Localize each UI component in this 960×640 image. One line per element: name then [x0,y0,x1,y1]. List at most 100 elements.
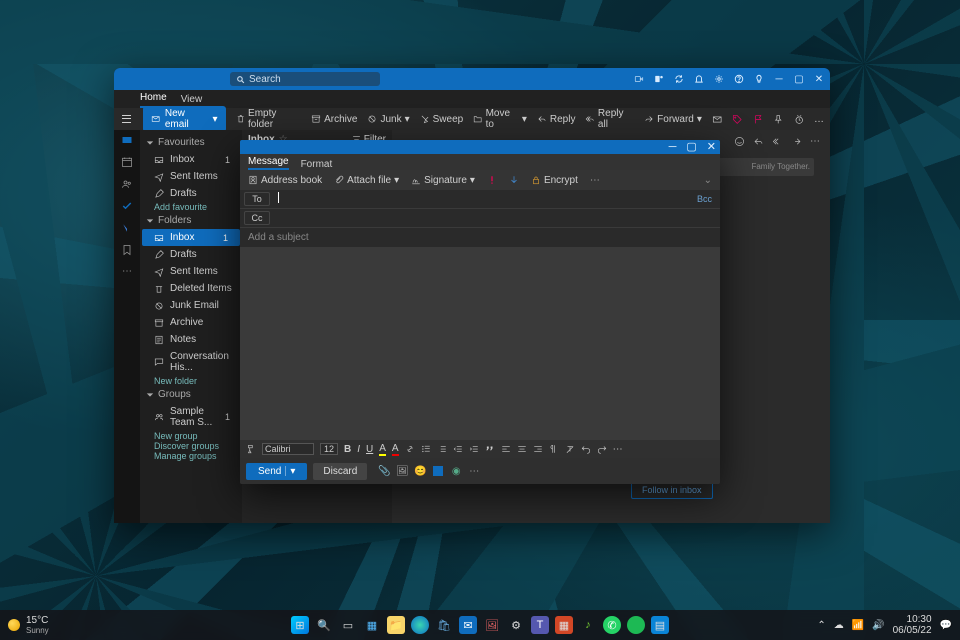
more-apps-icon[interactable]: ⋯ [122,266,132,277]
reply-icon[interactable] [753,136,764,147]
app-icon[interactable]: ▤ [651,616,669,634]
whatsapp-icon[interactable]: ✆ [603,616,621,634]
clock[interactable]: 10:30 06/05/22 [893,614,932,636]
archive-button[interactable]: Archive [311,114,357,125]
new-group[interactable]: New group [140,431,242,441]
encrypt-button[interactable]: Encrypt [531,175,578,186]
indent-icon[interactable] [469,444,479,454]
tips-icon[interactable] [754,74,764,84]
spotify-icon[interactable] [627,616,645,634]
people-icon[interactable] [121,178,133,190]
pin-icon[interactable] [773,114,783,125]
bookmark-icon[interactable] [121,244,133,256]
discover-groups[interactable]: Discover groups [140,441,242,451]
more-icon[interactable]: ⋯ [810,136,820,147]
importance-low-icon[interactable] [509,175,519,185]
tab-format[interactable]: Format [301,159,333,170]
to-button[interactable]: To [244,192,270,206]
edge-icon[interactable] [411,616,429,634]
bell-icon[interactable] [694,74,704,84]
manage-groups[interactable]: Manage groups [140,451,242,461]
forward-icon[interactable] [791,136,802,147]
font-color-button[interactable]: A [392,443,399,456]
redo-icon[interactable] [597,444,607,454]
format-painter-icon[interactable] [246,444,256,454]
tray-chevron-icon[interactable]: ⌃ [817,620,825,631]
check-icon[interactable] [121,200,133,212]
message-body-editor[interactable] [240,248,720,440]
folder-junk[interactable]: Junk Email [140,297,242,314]
outdent-icon[interactable] [453,444,463,454]
empty-folder-button[interactable]: Empty folder [236,108,302,130]
new-folder[interactable]: New folder [140,376,242,386]
new-email-button[interactable]: New email ▾ [143,106,225,132]
quote-icon[interactable] [485,444,495,454]
tab-message[interactable]: Message [248,156,289,170]
address-book-button[interactable]: Address book [248,175,322,186]
teams-icon[interactable] [654,74,664,84]
maximize-button[interactable]: ▢ [794,74,804,84]
folder-conversation[interactable]: Conversation His... [140,348,242,376]
reply-all-icon[interactable] [772,136,783,147]
move-to-button[interactable]: Move to▾ [473,108,527,130]
volume-icon[interactable]: 🔊 [872,620,884,631]
fav-inbox[interactable]: Inbox1 [140,151,242,168]
italic-button[interactable]: I [357,444,360,455]
clear-format-icon[interactable] [565,444,575,454]
loop-icon[interactable]: ◉ [451,466,461,476]
chevron-down-icon[interactable]: ▾ [290,466,295,477]
favourites-header[interactable]: Favourites [140,134,242,151]
widgets-button[interactable]: ▦ [363,616,381,634]
minimize-button[interactable]: ─ [774,74,784,84]
tag-icon[interactable] [732,114,742,125]
ltr-icon[interactable] [549,444,559,454]
junk-button[interactable]: Junk▾ [367,114,409,125]
snooze-icon[interactable] [794,114,804,125]
folder-sent[interactable]: Sent Items [140,263,242,280]
cc-button[interactable]: Cc [244,211,270,225]
fav-sent[interactable]: Sent Items [140,168,242,185]
bullet-list-icon[interactable] [421,444,431,454]
highlight-button[interactable]: A [379,443,386,456]
undo-icon[interactable] [581,444,591,454]
underline-button[interactable]: U [366,444,373,455]
photos-icon[interactable]: 🖼 [483,616,501,634]
folder-archive[interactable]: Archive [140,314,242,331]
reply-button[interactable]: Reply [537,114,576,125]
forward-button[interactable]: Forward▾ [644,114,702,125]
task-view-button[interactable]: ▭ [339,616,357,634]
read-unread-icon[interactable] [712,114,722,125]
attach-file-button[interactable]: Attach file▾ [334,175,399,186]
folder-drafts[interactable]: Drafts [140,246,242,263]
sync-icon[interactable] [674,74,684,84]
app-icon[interactable]: ▦ [555,616,573,634]
search-button[interactable]: 🔍 [315,616,333,634]
emoji-icon[interactable]: 😊 [415,466,425,476]
link-icon[interactable] [405,444,415,454]
add-favourite[interactable]: Add favourite [140,202,242,212]
folders-header[interactable]: Folders [140,212,242,229]
more-icon[interactable]: ⋯ [469,466,479,476]
send-button[interactable]: Send▾ [246,463,307,480]
to-input[interactable] [274,192,697,206]
signature-button[interactable]: Signature▾ [411,175,475,186]
taskbar-weather[interactable]: 15°C Sunny [0,615,49,635]
folder-inbox[interactable]: Inbox1 [142,229,240,246]
picture-icon[interactable]: 🖼 [397,466,407,476]
calendar-icon[interactable] [121,156,133,168]
folder-deleted[interactable]: Deleted Items [140,280,242,297]
group-sample[interactable]: Sample Team S...1 [140,403,242,431]
align-right-icon[interactable] [533,444,543,454]
number-list-icon[interactable] [437,444,447,454]
help-icon[interactable] [734,74,744,84]
more-icon[interactable]: ⋯ [590,175,600,186]
store-icon[interactable]: 🛍 [435,616,453,634]
more-icon[interactable]: … [814,114,824,125]
color-swatch[interactable] [433,466,443,476]
meet-now-icon[interactable] [634,74,644,84]
maximize-button[interactable]: ▢ [686,142,696,153]
flag-icon[interactable] [753,114,763,125]
importance-high-icon[interactable] [487,175,497,185]
expand-ribbon-icon[interactable]: ⌄ [704,175,712,186]
mail-icon[interactable]: ✉ [459,616,477,634]
